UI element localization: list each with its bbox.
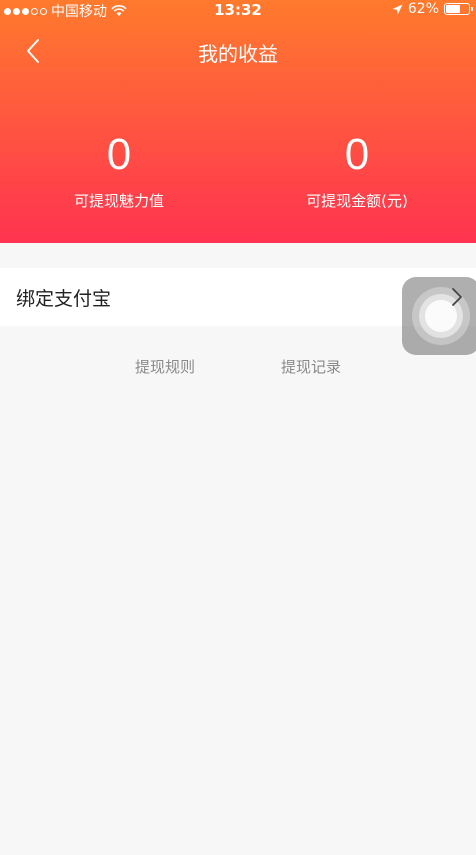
page-title: 我的收益 bbox=[198, 42, 278, 66]
withdraw-records-link[interactable]: 提现记录 bbox=[281, 356, 341, 377]
assistive-touch-button[interactable] bbox=[402, 277, 476, 355]
battery-percent: 62% bbox=[407, 1, 439, 17]
battery-icon bbox=[444, 3, 473, 15]
status-right: 62% bbox=[392, 1, 473, 17]
withdrawable-amount-stat: 0 可提现金额(元) bbox=[238, 130, 476, 211]
withdrawable-charm-stat: 0 可提现魅力值 bbox=[0, 130, 238, 211]
charm-value: 0 bbox=[106, 130, 132, 179]
status-bar: 中国移动 13:32 62% bbox=[0, 0, 476, 20]
header-banner: 中国移动 13:32 62% 我的收益 0 可提现魅力值 0 可提现金额(元) bbox=[0, 0, 476, 243]
amount-label: 可提现金额(元) bbox=[306, 192, 408, 210]
location-arrow-icon bbox=[392, 4, 403, 14]
amount-value: 0 bbox=[344, 130, 370, 179]
withdraw-rules-link[interactable]: 提现规则 bbox=[135, 356, 195, 377]
charm-label: 可提现魅力值 bbox=[73, 192, 164, 210]
chevron-right-icon bbox=[452, 288, 462, 306]
bind-alipay-label: 绑定支付宝 bbox=[16, 287, 112, 310]
